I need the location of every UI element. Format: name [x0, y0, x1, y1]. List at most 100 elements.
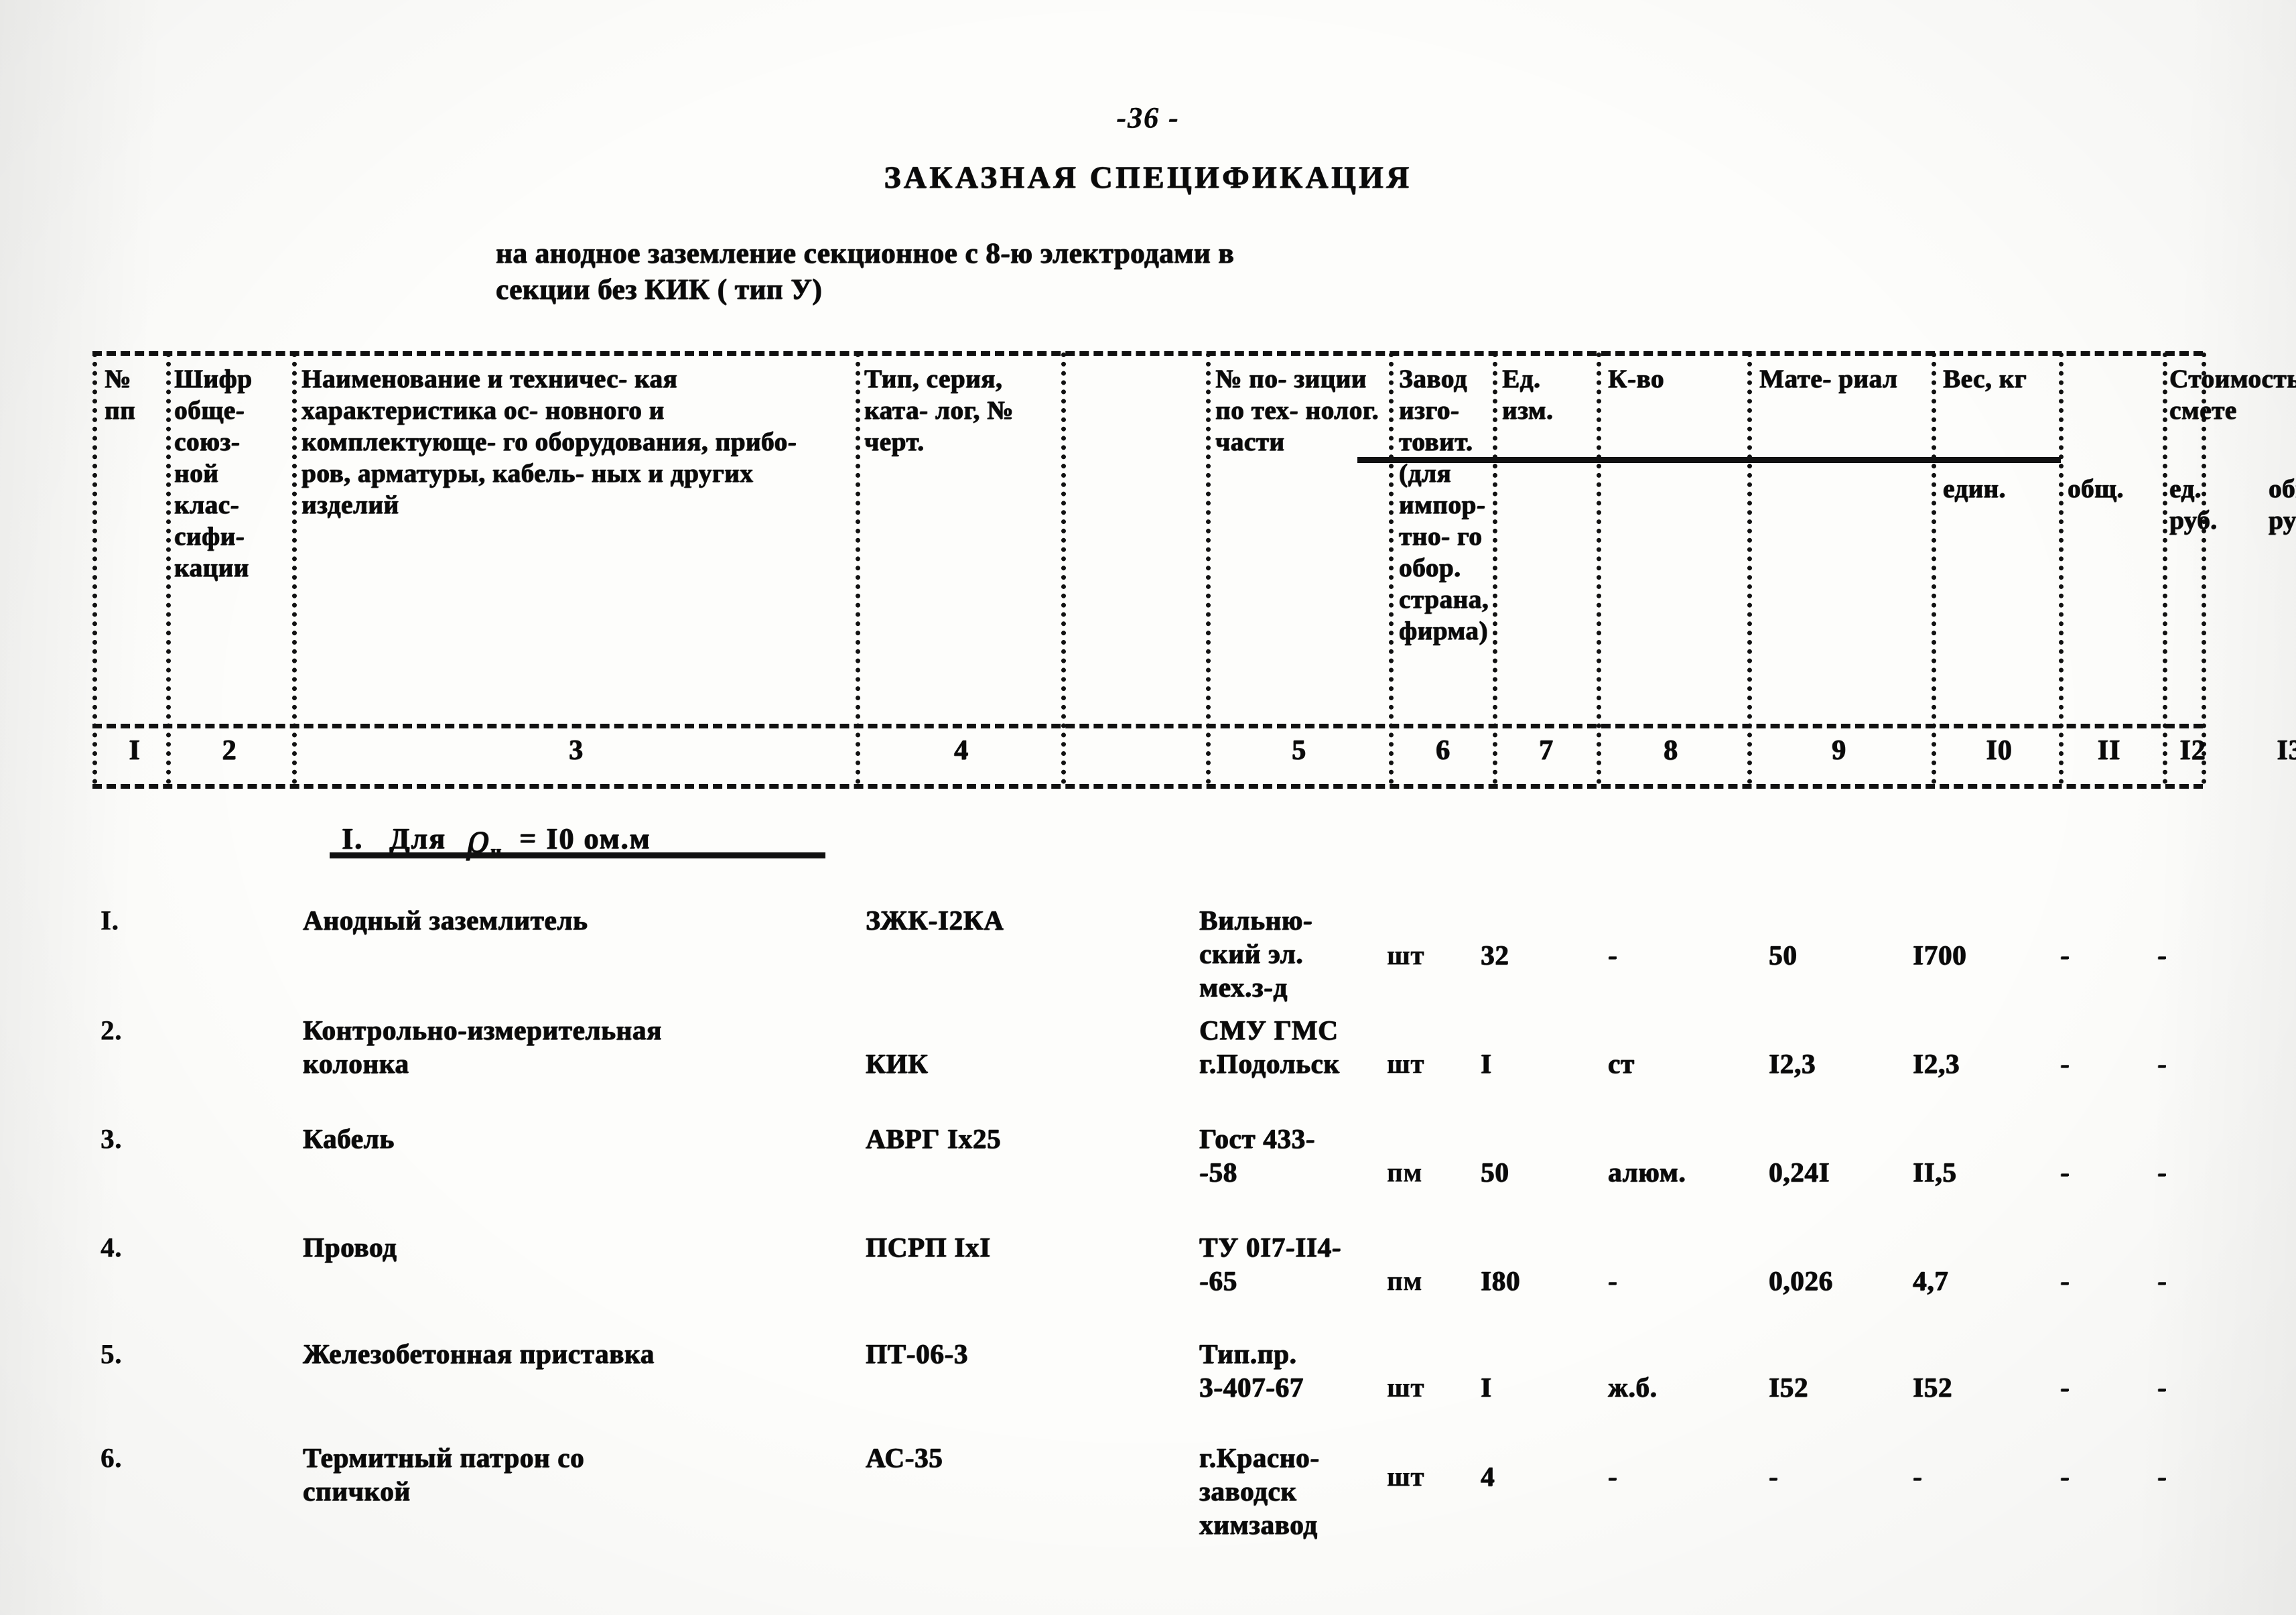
column-header-manufacturer: Завод изго- товит. (для импор- тно- го о… [1399, 365, 1489, 645]
row-material: - [1608, 1265, 1618, 1296]
table-column-divider [292, 352, 297, 784]
table-column-divider [2059, 352, 2064, 784]
row-weight-unit: 0,026 [1769, 1265, 1833, 1296]
row-weight-unit: I2,3 [1769, 1048, 1816, 1079]
column-header-number: № пп [105, 365, 136, 425]
section-heading-prefix: I. [342, 822, 364, 855]
table-column-divider [856, 352, 860, 784]
page-number: -36 - [1116, 101, 1180, 134]
row-unit: шт [1387, 1048, 1425, 1079]
column-header-cost: Стоимость по смете [2169, 365, 2296, 425]
row-weight-total: I700 [1913, 940, 1967, 970]
row-weight-total: - [1913, 1461, 1923, 1492]
row-type: ПТ-06-3 [866, 1338, 968, 1369]
row-cost-total: - [2157, 1461, 2167, 1492]
row-quantity: I [1481, 1048, 1492, 1079]
table-rule-top [92, 351, 2203, 356]
column-header-code: Шифр обще- союз- ной клас- сифи- кации [174, 365, 253, 582]
column-number-13: I3 [2277, 735, 2296, 766]
row-cost-total: - [2157, 1157, 2167, 1187]
scanned-document-page: -36 - ЗАКАЗНАЯ СПЕЦИФИКАЦИЯ на анодное з… [0, 0, 2296, 1615]
column-number-1: I [129, 735, 141, 766]
row-type: ПСРП IхI [866, 1232, 991, 1263]
subtitle-line-1: на анодное заземление секционное с 8-ю э… [496, 238, 1235, 269]
table-rule-mid [92, 724, 2203, 728]
subheader-cost-unit: ед. руб. [2169, 474, 2218, 535]
row-weight-unit: - [1769, 1461, 1779, 1492]
row-type: КИК [866, 1048, 929, 1079]
column-number-8: 8 [1664, 735, 1678, 766]
row-cost-total: - [2157, 940, 2167, 970]
table-column-divider [1932, 352, 1936, 784]
table-column-divider [1206, 352, 1211, 784]
row-type: ЗЖК-I2КА [866, 905, 1004, 935]
row-type: АС-35 [866, 1442, 943, 1473]
column-number-10: I0 [1986, 735, 2013, 766]
row-weight-total: I52 [1913, 1372, 1953, 1403]
row-material: - [1608, 940, 1618, 970]
row-weight-total: I2,3 [1913, 1048, 1960, 1079]
row-description: Кабель [303, 1123, 395, 1154]
column-header-type: Тип, серия, ката- лог, № черт. [864, 365, 1014, 456]
row-description: Железобетонная приставка [303, 1338, 655, 1369]
column-header-unit: Ед. изм. [1502, 365, 1554, 425]
row-material: ст [1608, 1048, 1635, 1079]
table-column-divider [1061, 352, 1066, 784]
row-cost-unit: - [2060, 1372, 2070, 1403]
column-number-7: 7 [1539, 735, 1554, 766]
column-number-6: 6 [1436, 735, 1450, 766]
table-column-divider [1597, 352, 1601, 784]
row-cost-unit: - [2060, 1461, 2070, 1492]
column-number-4: 4 [954, 735, 969, 766]
subtitle-line-2: секции без КИК ( тип У) [496, 274, 823, 306]
row-type: АВРГ Iх25 [866, 1123, 1002, 1154]
column-number-12: I2 [2179, 735, 2206, 766]
row-weight-unit: 50 [1769, 940, 1798, 970]
column-number-3: 3 [569, 735, 584, 766]
table-column-divider [1389, 352, 1394, 784]
row-material: ж.б. [1608, 1372, 1658, 1403]
weight-cost-subrule [1357, 457, 2061, 463]
row-manufacturer: Гост 433- -58 [1199, 1123, 1316, 1187]
row-material: алюм. [1608, 1157, 1686, 1187]
row-cost-unit: - [2060, 1265, 2070, 1296]
subheader-weight-unit: един. [1943, 474, 2006, 503]
column-header-description: Наименование и техничес- кая характерист… [301, 365, 797, 519]
row-number: 3. [100, 1123, 123, 1154]
table-column-divider [1747, 352, 1752, 784]
document-title: ЗАКАЗНАЯ СПЕЦИФИКАЦИЯ [884, 160, 1412, 195]
row-manufacturer: Тип.пр. 3-407-67 [1199, 1338, 1304, 1403]
row-cost-total: - [2157, 1048, 2167, 1079]
column-number-11: II [2097, 735, 2121, 766]
row-weight-unit: 0,24I [1769, 1157, 1830, 1187]
column-number-2: 2 [222, 735, 237, 766]
column-header-weight: Вес, кг [1943, 365, 2027, 393]
row-number: 5. [100, 1338, 123, 1369]
row-unit: шт [1387, 1372, 1425, 1403]
row-manufacturer: Вильню- ский эл. мех.з-д [1199, 905, 1313, 1003]
subheader-weight-total: общ. [2068, 474, 2124, 503]
row-quantity: I80 [1481, 1265, 1521, 1296]
subheader-cost-total: общ. руб. [2269, 474, 2296, 535]
row-unit: шт [1387, 940, 1425, 970]
column-header-material: Мате- риал [1759, 365, 1898, 393]
document-subtitle: на анодное заземление секционное с 8-ю э… [496, 236, 1970, 308]
section-heading-underline [330, 852, 825, 858]
row-number: I. [100, 905, 119, 935]
row-material: - [1608, 1461, 1618, 1492]
row-description: Анодный заземлитель [303, 905, 588, 935]
row-description: Термитный патрон со спичкой [303, 1442, 585, 1506]
row-unit: шт [1387, 1461, 1425, 1492]
section-heading-value: = I0 ом.м [519, 822, 651, 855]
row-manufacturer: ТУ 0I7-II4- -65 [1199, 1232, 1342, 1296]
column-number-9: 9 [1832, 735, 1846, 766]
section-heading-word: Для [389, 822, 446, 855]
row-unit: пм [1387, 1265, 1422, 1296]
row-cost-unit: - [2060, 1048, 2070, 1079]
row-description: Контрольно-измерительная колонка [303, 1015, 662, 1079]
row-manufacturer: г.Красно- заводск химзавод [1199, 1442, 1320, 1540]
row-quantity: 50 [1481, 1157, 1509, 1187]
row-unit: пм [1387, 1157, 1422, 1187]
row-number: 2. [100, 1015, 123, 1045]
row-cost-unit: - [2060, 1157, 2070, 1187]
